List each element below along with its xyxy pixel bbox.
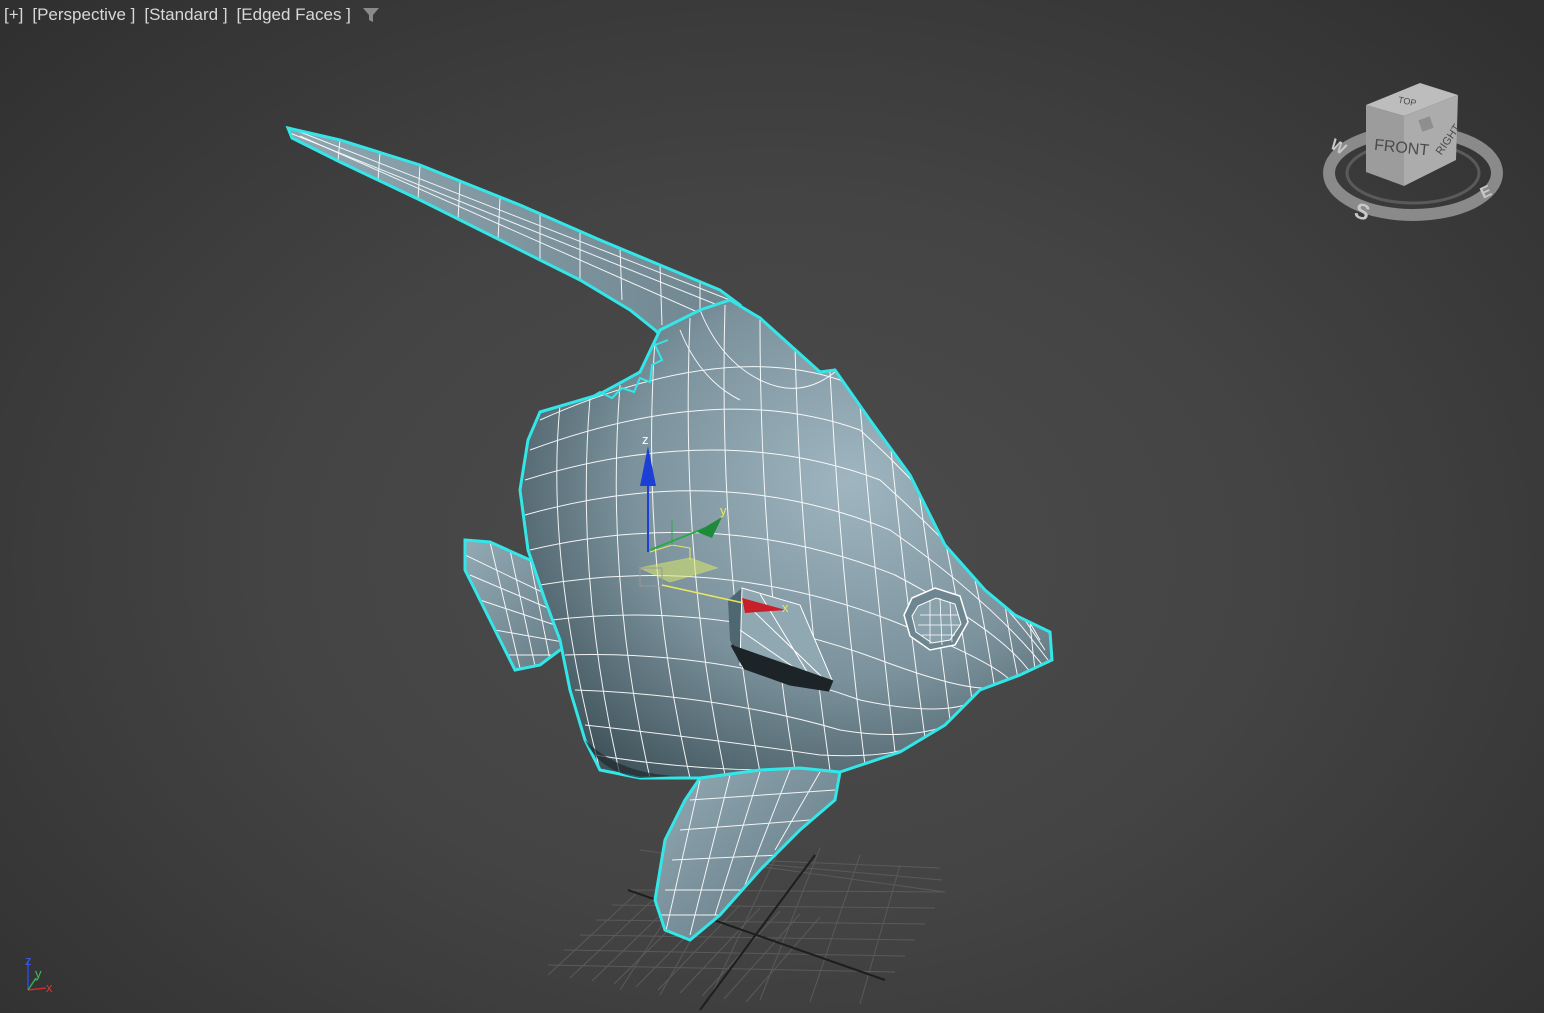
gizmo-x-label: x xyxy=(782,600,789,615)
gizmo-y-label: y xyxy=(720,503,727,518)
world-axis-tripod: z y x xyxy=(25,953,53,995)
gizmo-z-label: z xyxy=(642,432,649,447)
dorsal-fin[interactable] xyxy=(285,125,743,342)
viewcube[interactable]: TOP FRONT RIGHT W S E xyxy=(1323,83,1503,226)
scene-canvas: z y x TOP FRONT RIGHT W S E z y x xyxy=(25,83,1503,1011)
perspective-viewport[interactable]: [+] [Perspective ] [Standard ] [Edged Fa… xyxy=(0,0,1544,1013)
world-axis-y-label: y xyxy=(35,966,42,981)
fish-body-mesh[interactable] xyxy=(518,298,1054,780)
ventral-fin[interactable] xyxy=(653,766,842,942)
world-axis-x-label: x xyxy=(46,980,53,995)
world-axis-z-label: z xyxy=(25,953,32,968)
